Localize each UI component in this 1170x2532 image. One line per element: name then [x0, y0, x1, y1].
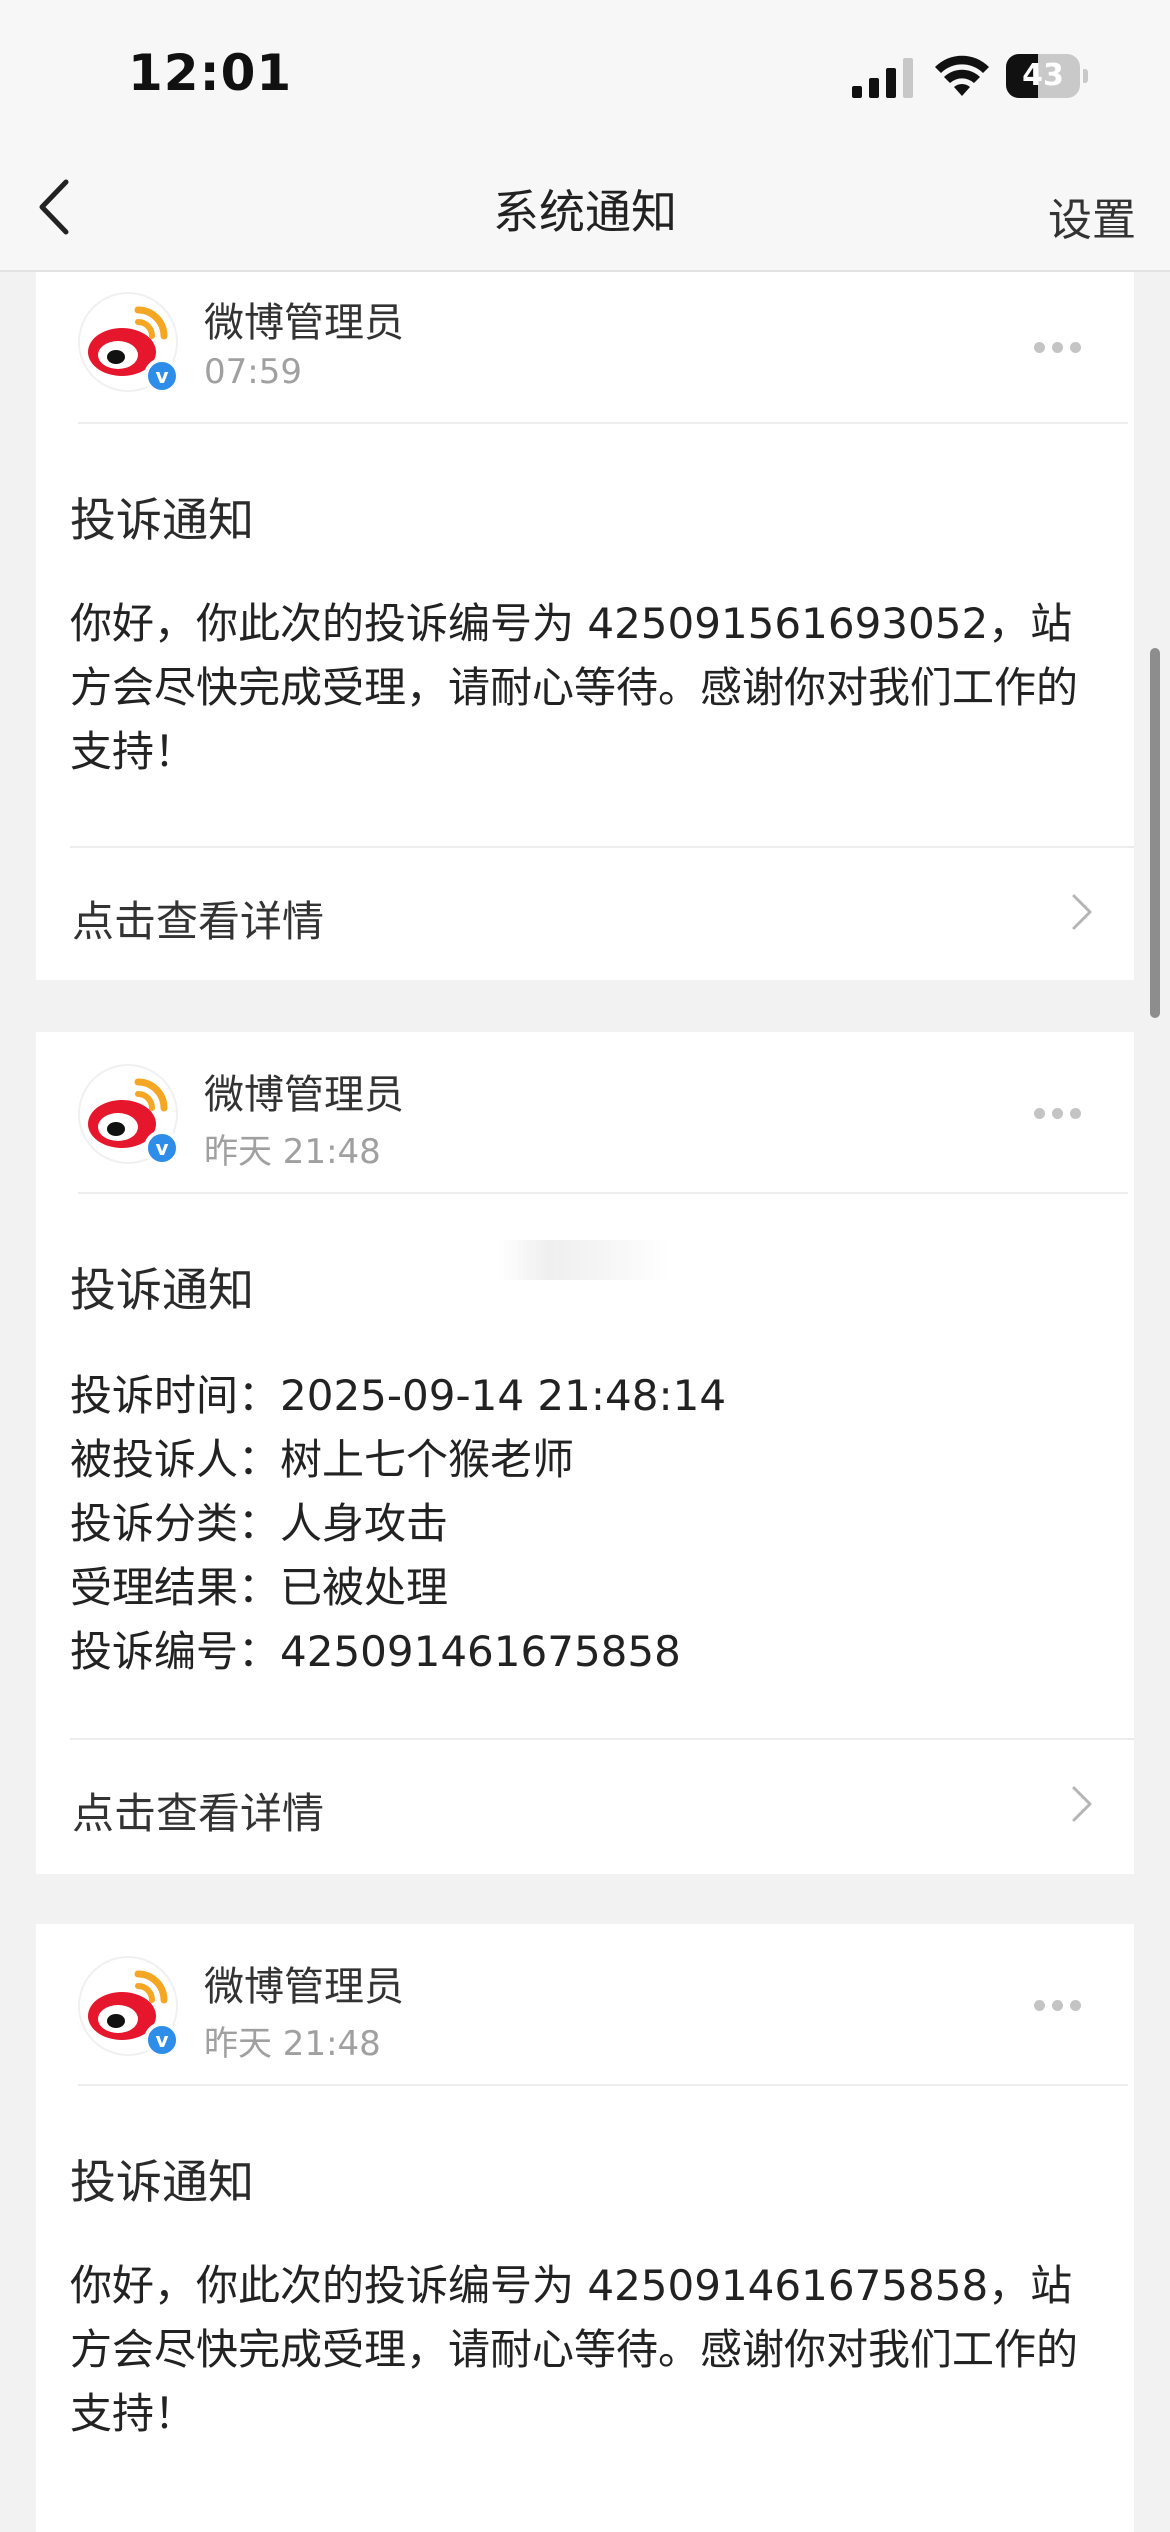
- notification-card: v 微博管理员 昨天 21:48 投诉通知 你好，你此次的投诉编号为 42509…: [36, 1924, 1134, 2532]
- chevron-right-icon: [1072, 1786, 1092, 1822]
- sender-name[interactable]: 微博管理员: [204, 290, 404, 348]
- avatar[interactable]: v: [78, 292, 180, 394]
- cellular-signal-icon: [852, 58, 913, 98]
- scrollbar[interactable]: [1150, 648, 1160, 1018]
- divider: [78, 2084, 1128, 2086]
- notification-title: 投诉通知: [70, 1263, 254, 1317]
- card-header: v 微博管理员 昨天 21:48: [36, 1924, 1134, 2076]
- complaint-result: 受理结果：已被处理: [70, 1563, 449, 1612]
- notification-body: 你好，你此次的投诉编号为 425091561693052，站方会尽快完成受理，请…: [70, 599, 1079, 776]
- wifi-icon: [935, 55, 989, 96]
- verified-badge-icon: v: [144, 2022, 180, 2058]
- divider: [78, 1192, 1128, 1194]
- page-title: 系统通知: [493, 185, 677, 239]
- notification-title: 投诉通知: [70, 493, 254, 547]
- sender-name[interactable]: 微博管理员: [204, 1062, 404, 1120]
- notification-feed[interactable]: v 微博管理员 07:59 投诉通知 你好，你此次的投诉编号为 42509156…: [0, 272, 1170, 2532]
- avatar[interactable]: v: [78, 1956, 180, 2058]
- more-dots-icon[interactable]: [1034, 1104, 1092, 1120]
- battery-indicator: 43: [1006, 54, 1088, 98]
- screen: 12:01 43 系统通知 设置 v 微博管理员 07:59 投诉通知 你好，你…: [0, 0, 1170, 2532]
- notification-title: 投诉通知: [70, 2155, 254, 2209]
- complaint-target: 被投诉人：树上七个猴老师: [70, 1435, 575, 1484]
- verified-badge-icon: v: [144, 1130, 180, 1166]
- avatar[interactable]: v: [78, 1064, 180, 1166]
- chevron-right-icon: [1072, 894, 1092, 930]
- more-dots-icon[interactable]: [1034, 338, 1092, 354]
- message-time: 昨天 21:48: [204, 1132, 381, 1172]
- notification-card: v 微博管理员 07:59 投诉通知 你好，你此次的投诉编号为 42509156…: [36, 272, 1134, 980]
- complaint-category: 投诉分类：人身攻击: [70, 1499, 449, 1548]
- complaint-time: 投诉时间：2025-09-14 21:48:14: [70, 1371, 727, 1420]
- view-details-label: 点击查看详情: [72, 1789, 325, 1838]
- battery-level: 43: [1022, 58, 1064, 93]
- view-details-label: 点击查看详情: [72, 897, 325, 946]
- divider: [78, 422, 1128, 424]
- navigation-bar: 系统通知 设置: [0, 150, 1170, 272]
- notification-card: v 微博管理员 昨天 21:48 投诉通知 投诉时间：2025-09-14 21…: [36, 1032, 1134, 1874]
- sender-name[interactable]: 微博管理员: [204, 1954, 404, 2012]
- view-details-link[interactable]: 点击查看详情: [36, 1740, 1134, 1872]
- settings-button[interactable]: 设置: [1048, 184, 1136, 248]
- verified-badge-icon: v: [144, 358, 180, 394]
- notification-body: 你好，你此次的投诉编号为 425091461675858，站方会尽快完成受理，请…: [70, 2261, 1079, 2438]
- card-header: v 微博管理员 昨天 21:48: [36, 1032, 1134, 1184]
- card-header: v 微博管理员 07:59: [36, 272, 1134, 424]
- message-time: 昨天 21:48: [204, 2024, 381, 2064]
- complaint-number: 投诉编号：425091461675858: [70, 1627, 681, 1676]
- message-time: 07:59: [204, 352, 302, 392]
- more-dots-icon[interactable]: [1034, 1996, 1092, 2012]
- status-time: 12:01: [128, 44, 293, 102]
- notification-details: 投诉时间：2025-09-14 21:48:14 被投诉人：树上七个猴老师 投诉…: [70, 1364, 1110, 1684]
- blurred-region: [498, 1240, 670, 1280]
- view-details-link[interactable]: 点击查看详情: [36, 848, 1134, 980]
- status-bar: 12:01 43: [0, 0, 1170, 150]
